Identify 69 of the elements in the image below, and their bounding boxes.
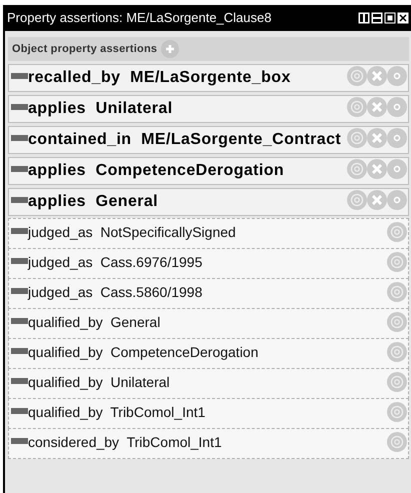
annotate-button[interactable] [347, 66, 367, 86]
delete-button[interactable] [367, 159, 387, 179]
property-icon [11, 378, 28, 384]
property-icon [11, 228, 28, 234]
edit-button[interactable] [387, 97, 407, 117]
close-icon[interactable] [397, 12, 409, 24]
annotate-button[interactable] [387, 432, 407, 452]
assertion-text: considered_by TribComol_Int1 [28, 433, 222, 452]
asserted-row[interactable]: applies General [8, 188, 409, 216]
property-icon [11, 104, 28, 110]
asserted-row[interactable]: contained_in ME/LaSorgente_Contract [8, 126, 409, 154]
inferred-row[interactable]: judged_as Cass.6976/1995 [8, 248, 409, 279]
edit-button[interactable] [387, 128, 407, 148]
window-title: Property assertions: ME/LaSorgente_Clause8 [7, 9, 272, 28]
inferred-row[interactable]: qualified_by Unilateral [8, 368, 409, 399]
assertion-text: applies Unilateral [28, 99, 173, 119]
assertion-text: applies General [28, 192, 158, 212]
property-icon [11, 348, 28, 354]
property-icon [11, 438, 28, 444]
property-icon [11, 258, 28, 264]
inferred-row[interactable]: qualified_by General [8, 308, 409, 339]
annotate-button[interactable] [347, 128, 367, 148]
assertion-text: qualified_by Unilateral [28, 373, 170, 392]
add-button[interactable] [161, 40, 180, 58]
annotate-button[interactable] [387, 282, 407, 302]
property-icon [11, 408, 28, 414]
assertion-text: applies CompetenceDerogation [28, 161, 284, 181]
assertion-text: judged_as NotSpecificallySigned [28, 223, 236, 242]
assertion-text: judged_as Cass.6976/1995 [28, 253, 202, 272]
delete-button[interactable] [367, 128, 387, 148]
inferred-row[interactable]: qualified_by TribComol_Int1 [8, 398, 409, 429]
delete-button[interactable] [367, 66, 387, 86]
annotate-button[interactable] [347, 190, 367, 210]
delete-button[interactable] [367, 190, 387, 210]
inferred-row[interactable]: judged_as Cass.5860/1998 [8, 278, 409, 309]
edit-button[interactable] [387, 66, 407, 86]
assertion-text: judged_as Cass.5860/1998 [28, 283, 202, 302]
maximize-icon[interactable] [384, 12, 396, 24]
assertion-text: recalled_by ME/LaSorgente_box [28, 68, 291, 88]
annotate-button[interactable] [387, 342, 407, 362]
property-icon [11, 288, 28, 294]
annotate-button[interactable] [387, 312, 407, 332]
assertion-text: qualified_by General [28, 313, 160, 332]
property-icon [11, 197, 28, 203]
property-icon [11, 318, 28, 324]
annotate-button[interactable] [347, 159, 367, 179]
assertion-text: qualified_by TribComol_Int1 [28, 403, 206, 422]
property-icon [11, 135, 28, 141]
property-icon [11, 166, 28, 172]
section-title: Object property assertions [12, 42, 158, 57]
tile-icon[interactable] [371, 12, 383, 24]
property-icon [11, 73, 28, 79]
annotate-button[interactable] [387, 252, 407, 272]
edit-button[interactable] [387, 159, 407, 179]
annotate-button[interactable] [387, 372, 407, 392]
assertion-text: contained_in ME/LaSorgente_Contract [28, 130, 342, 150]
annotate-button[interactable] [347, 97, 367, 117]
annotate-button[interactable] [387, 222, 407, 242]
inferred-row[interactable]: considered_by TribComol_Int1 [8, 428, 409, 459]
inferred-row[interactable]: judged_as NotSpecificallySigned [8, 218, 409, 249]
asserted-row[interactable]: applies Unilateral [8, 95, 409, 123]
annotate-button[interactable] [387, 402, 407, 422]
delete-button[interactable] [367, 97, 387, 117]
assertion-text: qualified_by CompetenceDerogation [28, 343, 258, 362]
split-view-icon[interactable] [358, 12, 370, 24]
asserted-row[interactable]: recalled_by ME/LaSorgente_box [8, 64, 409, 92]
edit-button[interactable] [387, 190, 407, 210]
asserted-row[interactable]: applies CompetenceDerogation [8, 157, 409, 185]
inferred-row[interactable]: qualified_by CompetenceDerogation [8, 338, 409, 369]
